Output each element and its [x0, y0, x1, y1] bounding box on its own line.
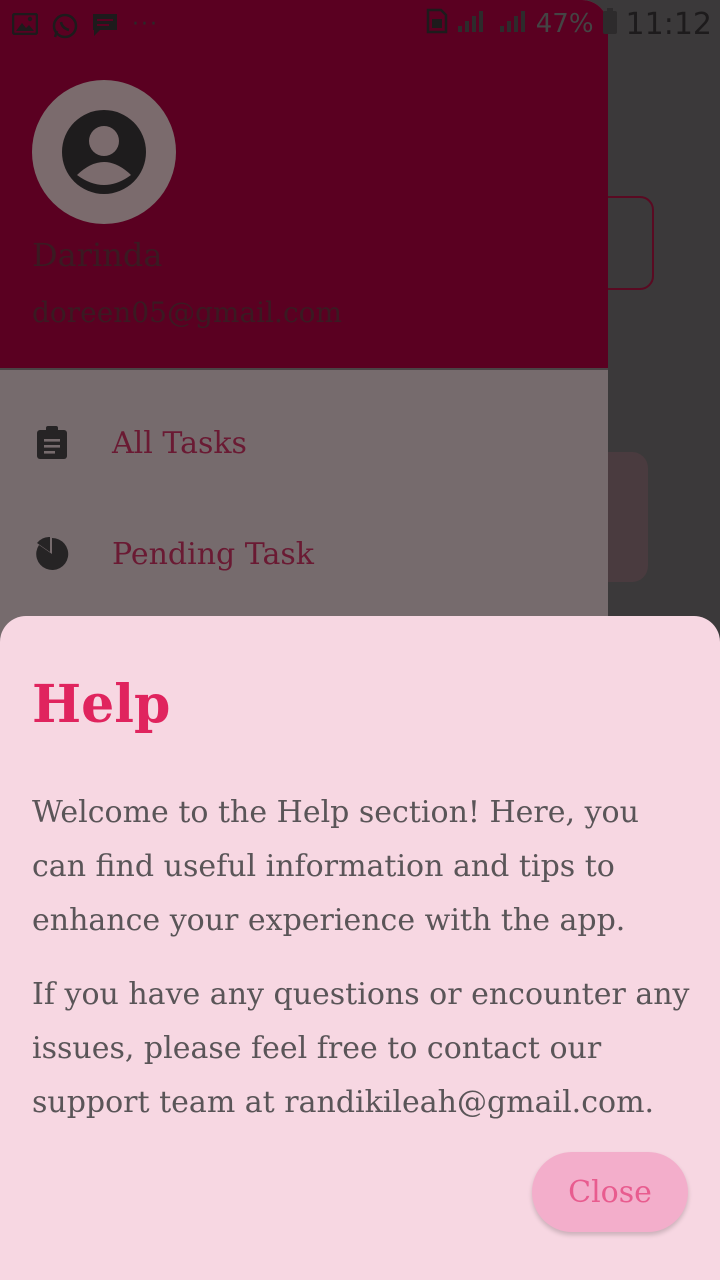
help-paragraph-contact: If you have any questions or encounter a…	[32, 977, 690, 1120]
more-icon: ···	[132, 11, 159, 37]
sim-icon	[426, 8, 448, 41]
gallery-icon	[11, 12, 39, 36]
status-bar: ··· 47% 11:12	[0, 0, 720, 48]
whatsapp-icon	[52, 13, 78, 39]
signal-1-icon	[456, 8, 490, 41]
pie-chart-icon	[34, 536, 70, 572]
clock: 11:12	[625, 6, 712, 42]
battery-icon	[602, 7, 618, 42]
clipboard-icon	[34, 425, 70, 461]
help-dialog: Help Welcome to the Help section! Here, …	[0, 616, 720, 1280]
signal-2-icon	[498, 8, 528, 41]
close-button[interactable]: Close	[532, 1152, 688, 1232]
user-name: Darinda	[32, 236, 163, 274]
dialog-title: Help	[32, 674, 171, 735]
nav-item-label: All Tasks	[112, 425, 247, 461]
message-icon	[92, 13, 118, 36]
help-paragraph-welcome: Welcome to the Help section! Here, you c…	[32, 795, 639, 938]
user-email: doreen05@gmail.com	[32, 296, 343, 329]
avatar[interactable]	[32, 80, 176, 224]
battery-percent: 47%	[535, 9, 594, 39]
nav-item-all-tasks[interactable]: All Tasks	[0, 398, 608, 488]
nav-item-label: Pending Task	[112, 536, 314, 572]
drawer-header: Darinda doreen05@gmail.com	[0, 0, 608, 370]
nav-item-pending-task[interactable]: Pending Task	[0, 509, 608, 599]
account-circle-icon	[62, 110, 146, 194]
